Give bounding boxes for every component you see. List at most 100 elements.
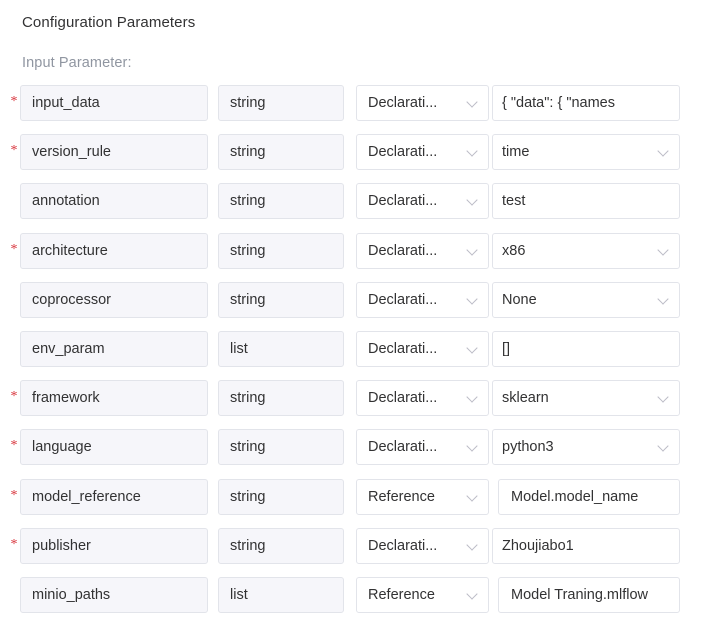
parameter-name-field[interactable]: model_reference [20,478,208,515]
parameter-type-field[interactable]: string [218,527,344,564]
table-row: *minio_pathslistReferenceModel Traning.m… [0,576,702,626]
required-marker-icon: * [10,94,18,109]
parameter-type-field[interactable]: string [218,281,344,318]
parameter-name-field[interactable]: annotation [20,183,208,220]
table-row: *env_paramlistDeclarati...[] [0,330,702,380]
parameter-value-select[interactable]: python3 [492,429,680,466]
parameter-value-text: x86 [502,242,526,259]
parameter-type-field[interactable]: string [218,429,344,466]
parameter-value-text: sklearn [502,390,549,407]
configuration-parameters-panel: Configuration Parameters Input Parameter… [0,0,702,626]
input-parameter-label: Input Parameter: [22,55,132,71]
chevron-down-icon[interactable] [658,234,671,268]
parameter-source-value: Reference [368,586,435,603]
parameter-source-value: Declarati... [368,193,438,210]
parameter-source-value: Declarati... [368,390,438,407]
parameter-value-text: { "data": { "names [502,95,615,111]
parameter-source-select[interactable]: Declarati... [356,527,489,564]
parameter-value-text: test [502,193,526,210]
parameter-name-field[interactable]: env_param [20,330,208,367]
parameter-source-select[interactable]: Reference [356,576,489,613]
chevron-down-icon[interactable] [467,184,480,218]
parameter-source-select[interactable]: Declarati... [356,380,489,417]
table-row: * architecture string Declarati... x86 [0,232,702,282]
page-title: Configuration Parameters [22,14,196,31]
parameter-value-text: Model Traning.mlflow [511,586,648,603]
parameter-value-text: Zhoujiabo1 [502,537,574,554]
chevron-down-icon[interactable] [467,529,480,563]
parameter-type-field[interactable]: string [218,478,344,515]
chevron-down-icon[interactable] [467,578,480,612]
parameter-value-select[interactable]: sklearn [492,380,680,417]
required-marker-icon: * [10,389,18,405]
parameter-name-field[interactable]: version_rule [20,134,208,171]
parameter-value-text: Model.model_name [511,488,639,505]
parameter-type-field[interactable]: string [218,380,344,417]
parameter-value-input[interactable]: Model.model_name [498,478,680,515]
parameter-value-input[interactable]: { "data": { "names [492,85,680,121]
chevron-down-icon[interactable] [467,234,480,268]
parameter-value-input[interactable]: Model Traning.mlflow [498,576,680,613]
required-marker-icon: * [10,487,18,503]
required-marker-icon: * [10,536,18,552]
parameter-name-field[interactable]: coprocessor [20,281,208,318]
parameter-value-input[interactable]: Zhoujiabo1 [492,527,680,564]
parameter-name-field[interactable]: architecture [20,232,208,269]
parameter-source-value: Declarati... [368,95,438,111]
parameter-source-select[interactable]: Declarati... [356,330,489,367]
parameter-source-select[interactable]: Declarati... [356,85,489,121]
parameter-name-field[interactable]: minio_paths [20,576,208,613]
parameter-type-field[interactable]: string [218,232,344,269]
parameter-source-value: Declarati... [368,144,438,161]
parameter-value-select[interactable]: x86 [492,232,680,269]
parameter-source-value: Reference [368,488,435,505]
chevron-down-icon[interactable] [658,135,671,169]
parameter-type-field[interactable]: list [218,576,344,613]
parameter-value-select[interactable]: time [492,134,680,171]
parameter-type-field[interactable]: list [218,330,344,367]
chevron-down-icon[interactable] [467,283,480,317]
table-row: *coprocessorstringDeclarati...None [0,281,702,331]
table-row: * language string Declarati... python3 [0,429,702,478]
parameter-name-field[interactable]: input_data [20,85,208,121]
chevron-down-icon[interactable] [467,381,480,415]
parameter-source-value: Declarati... [368,340,438,357]
table-row: * model_reference string Reference Model.mod… [0,478,702,528]
table-row: * framework string Declarati... sklearn [0,380,702,429]
table-row: * input_data string Declarati... { "data": {… [0,85,702,134]
chevron-down-icon[interactable] [467,480,480,514]
chevron-down-icon[interactable] [658,381,671,415]
parameter-value-text: time [502,144,530,161]
parameter-value-input[interactable]: test [492,183,680,220]
parameter-source-select[interactable]: Reference [356,478,489,515]
parameter-value-text: python3 [502,439,554,456]
parameter-source-select[interactable]: Declarati... [356,429,489,466]
parameter-type-field[interactable]: string [218,183,344,220]
parameter-name-field[interactable]: language [20,429,208,466]
parameter-name-field[interactable]: publisher [20,527,208,564]
table-row: *annotationstringDeclarati...test [0,183,702,232]
parameter-source-value: Declarati... [368,537,438,554]
table-row: * version_rule string Declarati... time [0,134,702,183]
parameter-value-select[interactable]: None [492,281,680,318]
parameter-source-select[interactable]: Declarati... [356,183,489,220]
required-marker-icon: * [10,438,18,454]
parameter-type-field[interactable]: string [218,85,344,121]
parameter-source-select[interactable]: Declarati... [356,281,489,318]
parameter-rows: * input_data string Declarati...{ "data": {… [0,85,702,626]
parameter-source-value: Declarati... [368,439,438,456]
parameter-source-select[interactable]: Declarati... [356,232,489,269]
chevron-down-icon[interactable] [467,135,480,169]
table-row: * publisher string Declarati... Zhoujiabo1 [0,527,702,577]
parameter-name-field[interactable]: framework [20,380,208,417]
chevron-down-icon[interactable] [658,283,671,317]
parameter-value-text: [] [502,340,511,357]
chevron-down-icon[interactable] [467,332,480,366]
chevron-down-icon[interactable] [467,86,480,120]
parameter-type-field[interactable]: string [218,134,344,171]
chevron-down-icon[interactable] [658,430,671,464]
parameter-value-input[interactable]: [] [492,330,680,367]
parameter-value-text: None [502,291,537,308]
parameter-source-select[interactable]: Declarati... [356,134,489,171]
chevron-down-icon[interactable] [467,430,480,464]
